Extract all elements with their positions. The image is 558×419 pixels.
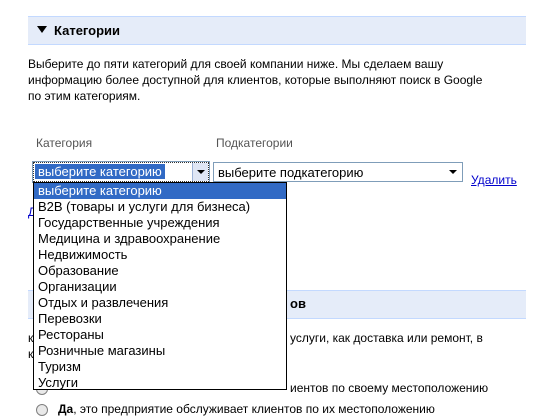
radio-option-1-label: иентов по своему местоположению bbox=[290, 381, 489, 395]
dropdown-button[interactable] bbox=[192, 163, 208, 181]
remove-link[interactable]: Удалить bbox=[471, 173, 517, 187]
radio-option-2[interactable] bbox=[36, 404, 48, 416]
chevron-down-icon bbox=[449, 170, 457, 174]
service-area-title-fragment: ов bbox=[290, 296, 306, 311]
dropdown-option[interactable]: Рестораны bbox=[34, 327, 286, 343]
subcategory-column-label: Подкатегории bbox=[216, 136, 293, 150]
category-column-label: Категория bbox=[36, 136, 93, 150]
subcategory-select[interactable]: выберите подкатегорию bbox=[213, 162, 463, 182]
dropdown-option[interactable]: Образование bbox=[34, 263, 286, 279]
dropdown-option[interactable]: Организации bbox=[34, 279, 286, 295]
radio-option-2-text: , это предприятие обслуживает клиентов п… bbox=[73, 402, 435, 416]
dropdown-option[interactable]: Медицина и здравоохранение bbox=[34, 231, 286, 247]
dropdown-option[interactable]: Туризм bbox=[34, 359, 286, 375]
category-dropdown-list[interactable]: выберите категорию B2B (товары и услуги д… bbox=[33, 182, 287, 390]
categories-section-header[interactable]: Категории bbox=[28, 16, 526, 45]
subcategory-select-value: выберите подкатегорию bbox=[218, 165, 364, 180]
radio-option-2-bold: Да bbox=[58, 402, 74, 416]
chevron-down-icon bbox=[197, 170, 205, 174]
section-title: Категории bbox=[54, 23, 121, 38]
collapse-triangle-icon bbox=[37, 26, 47, 33]
dropdown-option[interactable]: Недвижимость bbox=[34, 247, 286, 263]
dropdown-option[interactable]: B2B (товары и услуги для бизнеса) bbox=[34, 199, 286, 215]
radio-option-2-label: Да, это предприятие обслуживает клиентов… bbox=[58, 402, 435, 416]
category-select[interactable]: выберите категорию bbox=[32, 161, 210, 183]
service-area-text-fragment: услуги, как доставка или ремонт, в bbox=[290, 331, 483, 345]
dropdown-option[interactable]: Перевозки bbox=[34, 311, 286, 327]
dropdown-option[interactable]: выберите категорию bbox=[34, 183, 286, 199]
dropdown-option[interactable]: Розничные магазины bbox=[34, 343, 286, 359]
dropdown-option[interactable]: Услуги bbox=[34, 375, 286, 391]
dropdown-option[interactable]: Отдых и развлечения bbox=[34, 295, 286, 311]
category-select-value: выберите категорию bbox=[35, 164, 165, 179]
categories-description: Выберите до пяти категорий для своей ком… bbox=[28, 57, 483, 103]
dropdown-option[interactable]: Государственные учреждения bbox=[34, 215, 286, 231]
